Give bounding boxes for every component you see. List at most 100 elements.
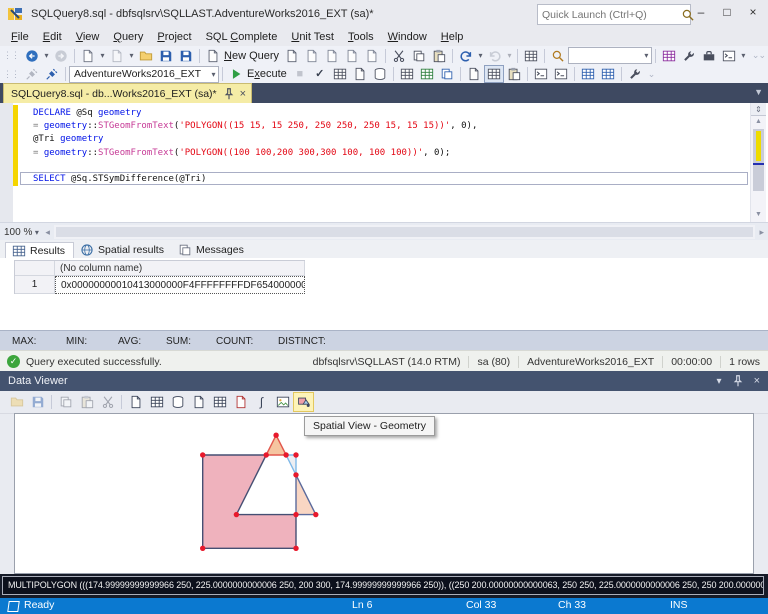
properties-wrench-icon[interactable] xyxy=(679,47,699,65)
results-to-file-icon[interactable] xyxy=(504,65,524,83)
tab-spatial-results[interactable]: Spatial results xyxy=(74,242,172,258)
connect-icon[interactable] xyxy=(22,65,42,83)
new-mdx-query-icon[interactable] xyxy=(282,47,302,65)
pdf-export-button[interactable] xyxy=(230,392,251,412)
hscroll-thumb[interactable] xyxy=(55,227,754,237)
data-viewer-header[interactable]: Data Viewer ▾ × xyxy=(0,371,768,391)
estimated-plan-icon[interactable] xyxy=(330,65,350,83)
open-file-button[interactable] xyxy=(136,47,156,65)
panel-close-icon[interactable]: × xyxy=(754,375,760,387)
database-combobox[interactable]: AdventureWorks2016_EXT ▾ xyxy=(69,65,219,83)
window-position-dropdown-icon[interactable]: ▾ xyxy=(717,376,722,387)
navigate-backward-dropdown[interactable]: ▾ xyxy=(42,51,51,60)
xml-view-button[interactable] xyxy=(188,392,209,412)
tab-list-dropdown-icon[interactable]: ▼ xyxy=(754,87,763,97)
code-line-4[interactable]: = geometry::STGeomFromText('POLYGON((100… xyxy=(20,146,748,159)
add-item-dropdown[interactable]: ▾ xyxy=(127,51,136,60)
command-window-icon[interactable] xyxy=(719,47,739,65)
grid-corner-cell[interactable] xyxy=(15,261,55,276)
new-file-dropdown[interactable]: ▾ xyxy=(98,51,107,60)
find-combobox-dropdown[interactable]: ▾ xyxy=(642,51,651,60)
toolbar-overflow[interactable]: ⌄⌄ xyxy=(752,50,766,61)
query-options-icon[interactable] xyxy=(350,65,370,83)
undo-dropdown[interactable]: ▾ xyxy=(476,51,485,60)
toolbox-icon[interactable] xyxy=(699,47,719,65)
toolbar-overflow[interactable]: ⌄ xyxy=(648,69,655,80)
minimize-button[interactable]: – xyxy=(688,2,714,22)
editor-vertical-scrollbar[interactable]: ⇕ ▲ ▼ xyxy=(750,103,766,222)
new-file-button[interactable] xyxy=(78,47,98,65)
menu-unit-test[interactable]: Unit Test xyxy=(284,29,341,45)
intellisense-icon[interactable] xyxy=(370,65,390,83)
new-xmla-query-icon[interactable] xyxy=(322,47,342,65)
save-all-button[interactable] xyxy=(176,47,196,65)
sql-prompt-icon[interactable] xyxy=(659,47,679,65)
grid-cell-geometry-value[interactable]: 0x00000000010413000000F4FFFFFFFFDF654000… xyxy=(55,276,305,294)
menu-sql-complete[interactable]: SQL Complete xyxy=(199,29,285,45)
menu-edit[interactable]: Edit xyxy=(36,29,69,45)
pin-icon[interactable] xyxy=(731,374,745,388)
cut-button[interactable] xyxy=(97,392,118,412)
copy-button[interactable] xyxy=(55,392,76,412)
menu-query[interactable]: Query xyxy=(106,29,150,45)
scroll-up-arrow[interactable]: ▲ xyxy=(751,116,766,127)
hscroll-left-arrow[interactable]: ◂ xyxy=(45,227,50,238)
add-item-button[interactable] xyxy=(107,47,127,65)
grid-row-number[interactable]: 1 xyxy=(15,276,55,294)
live-statistics-icon[interactable] xyxy=(417,65,437,83)
new-query-icon[interactable] xyxy=(203,47,223,65)
image-view-button[interactable] xyxy=(272,392,293,412)
code-line-1[interactable]: DECLARE @Sq geometry xyxy=(20,106,748,119)
find-combobox[interactable]: ▾ xyxy=(568,47,652,64)
activity-monitor-icon[interactable] xyxy=(521,47,541,65)
wkt-text-bar[interactable]: MULTIPOLYGON (((174.99999999999966 250, … xyxy=(2,576,764,595)
client-statistics-icon[interactable] xyxy=(437,65,457,83)
redo-dropdown[interactable]: ▾ xyxy=(505,51,514,60)
code-lines[interactable]: DECLARE @Sq geometry = geometry::STGeomFr… xyxy=(20,106,748,186)
navigate-to-button[interactable] xyxy=(548,47,568,65)
menu-file[interactable]: File xyxy=(4,29,36,45)
include-actual-plan-icon[interactable] xyxy=(397,65,417,83)
open-button[interactable] xyxy=(6,392,27,412)
grid-column-header[interactable]: (No column name) xyxy=(55,261,305,276)
copy-button[interactable] xyxy=(409,47,429,65)
menu-project[interactable]: Project xyxy=(150,29,198,45)
new-analysis-query-icon[interactable] xyxy=(362,47,382,65)
scrollbar-thumb[interactable] xyxy=(753,129,764,191)
navigate-backward-button[interactable] xyxy=(22,47,42,65)
sql-code-editor[interactable]: DECLARE @Sq geometry = geometry::STGeomFr… xyxy=(0,103,768,222)
paste-button[interactable] xyxy=(76,392,97,412)
redo-button[interactable] xyxy=(485,47,505,65)
zoom-dropdown-icon[interactable]: ▾ xyxy=(32,228,41,237)
undo-button[interactable] xyxy=(456,47,476,65)
code-line-2[interactable]: = geometry::STGeomFromText('POLYGON((15 … xyxy=(20,119,748,132)
document-tab[interactable]: SQLQuery8.sql - db...Works2016_EXT (sa)*… xyxy=(3,83,253,103)
json-view-button[interactable]: ∫ xyxy=(251,392,272,412)
command-window-dropdown[interactable]: ▾ xyxy=(739,51,748,60)
code-line-5[interactable] xyxy=(20,159,748,172)
quick-launch-box[interactable] xyxy=(537,4,691,25)
grid-view-button[interactable] xyxy=(146,392,167,412)
execute-icon[interactable] xyxy=(226,65,246,83)
spatial-view-canvas[interactable] xyxy=(14,413,754,574)
text-view-button[interactable] xyxy=(125,392,146,412)
execute-button[interactable]: Execute xyxy=(247,68,287,80)
results-grid[interactable]: (No column name) 1 0x0000000001041300000… xyxy=(14,260,305,294)
pin-icon[interactable] xyxy=(222,87,236,101)
menu-window[interactable]: Window xyxy=(381,29,434,45)
splitter-handle[interactable]: ⇕ xyxy=(751,103,766,116)
tab-messages[interactable]: Messages xyxy=(172,242,252,258)
cancel-query-icon[interactable]: ■ xyxy=(290,65,310,83)
menu-help[interactable]: Help xyxy=(434,29,471,45)
comment-lines-icon[interactable] xyxy=(531,65,551,83)
paste-button[interactable] xyxy=(429,47,449,65)
html-view-button[interactable] xyxy=(209,392,230,412)
tab-results[interactable]: Results xyxy=(5,242,75,258)
new-dmx-query-icon[interactable] xyxy=(302,47,322,65)
tab-close-icon[interactable]: × xyxy=(240,88,246,100)
save-button[interactable] xyxy=(27,392,48,412)
cut-button[interactable] xyxy=(389,47,409,65)
database-combobox-dropdown[interactable]: ▾ xyxy=(209,70,218,79)
hscroll-right-arrow[interactable]: ▸ xyxy=(759,227,764,238)
decrease-indent-icon[interactable] xyxy=(578,65,598,83)
